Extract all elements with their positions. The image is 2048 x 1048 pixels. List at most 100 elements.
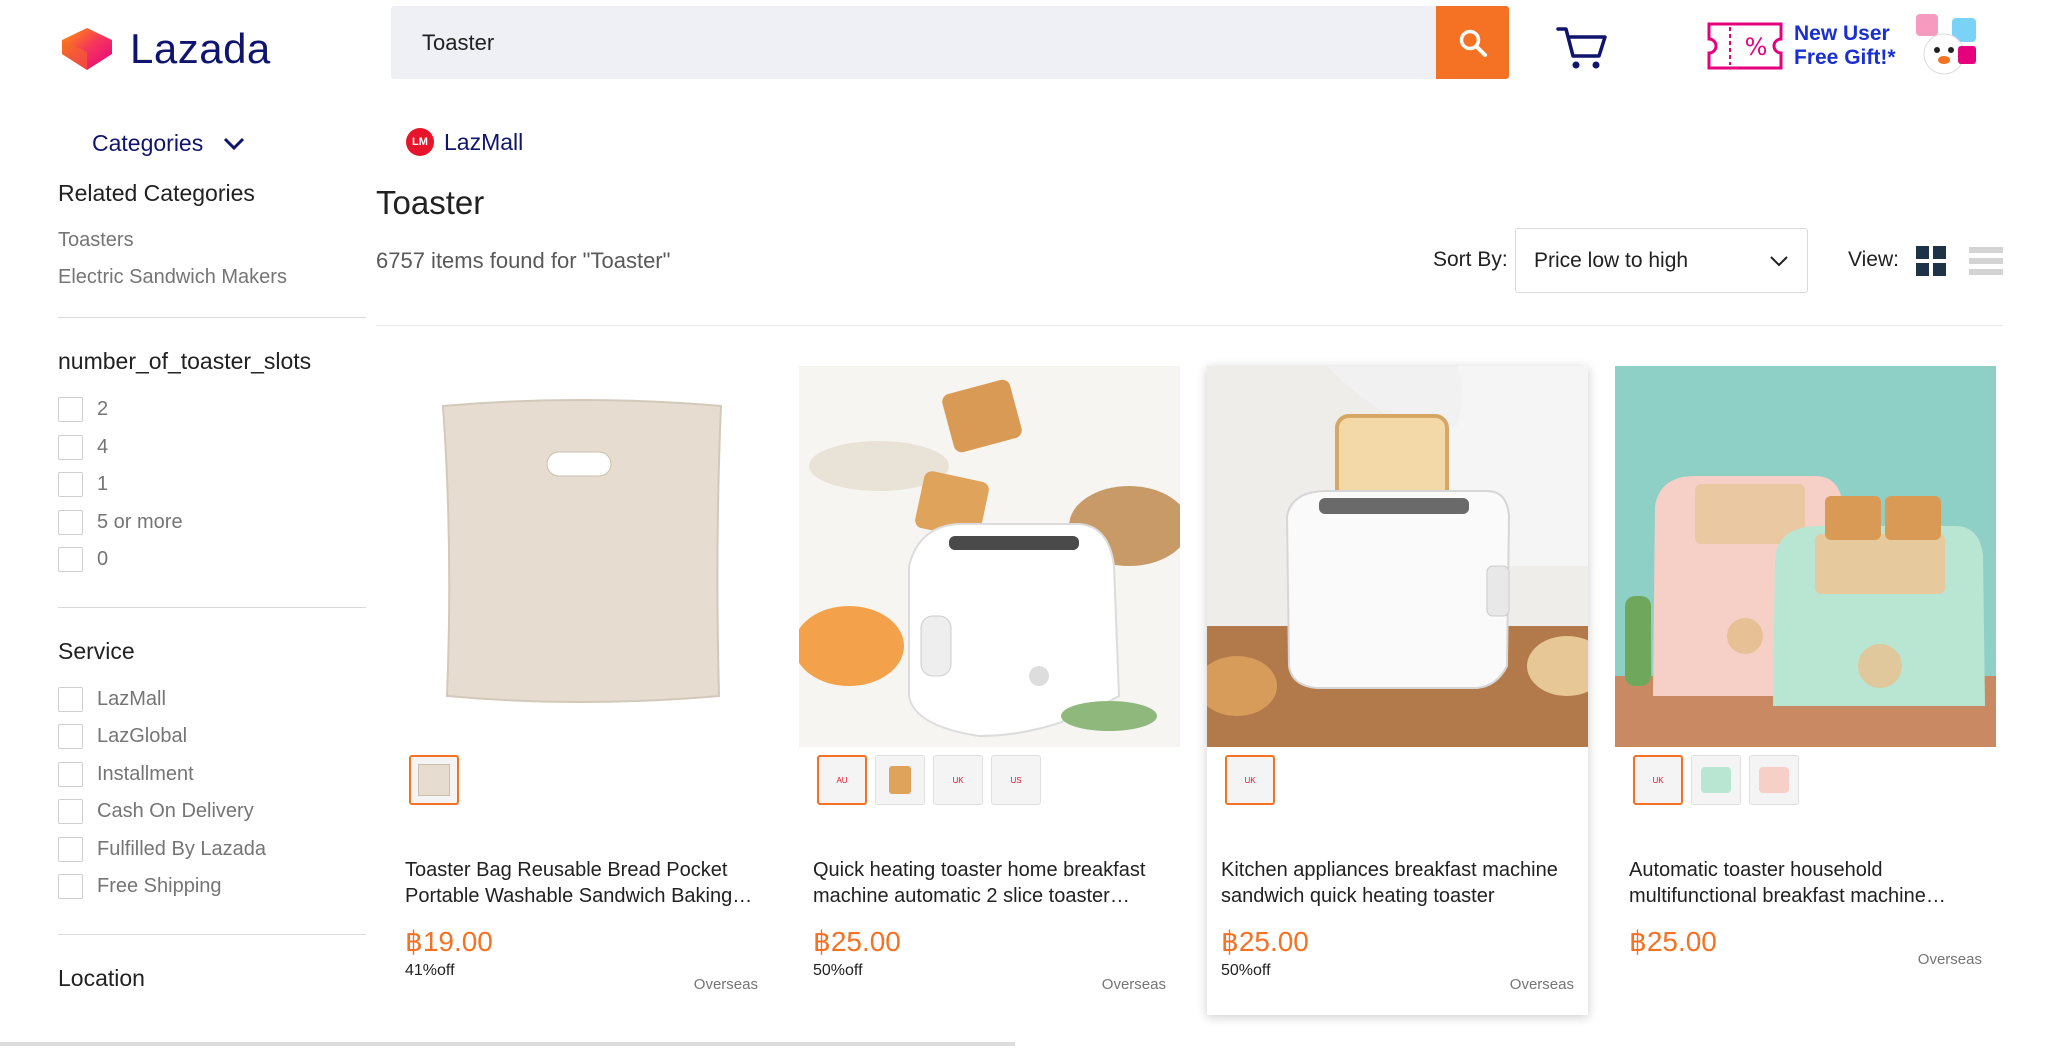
divider (58, 606, 366, 608)
categories-label: Categories (92, 130, 204, 156)
checkbox[interactable] (58, 724, 83, 750)
product-name[interactable]: Toaster Bag Reusable Bread Pocket Portab… (405, 857, 758, 909)
list-view-icon[interactable] (1969, 246, 2003, 276)
checkbox[interactable] (58, 547, 83, 573)
product-image-white-toaster[interactable] (799, 366, 1180, 747)
lazada-heart-icon (62, 28, 112, 70)
variant-thumb[interactable] (875, 755, 925, 805)
search-input[interactable] (391, 6, 1431, 79)
filter-label: Cash On Delivery (97, 800, 254, 823)
lazmall-link[interactable]: LM LazMall (406, 128, 523, 156)
variant-thumbs: AU UK US (799, 747, 1180, 807)
product-card[interactable]: UK Automatic toaster household multifunc… (1615, 366, 1996, 1015)
variant-thumb-uk[interactable]: UK (933, 755, 983, 805)
product-name[interactable]: Kitchen appliances breakfast machine san… (1221, 857, 1574, 909)
product-image-toaster-bag[interactable] (391, 366, 772, 747)
related-category-toasters[interactable]: Toasters (58, 229, 366, 252)
product-image-pinlo-toaster[interactable] (1207, 366, 1588, 747)
location-heading: Location (58, 964, 145, 991)
sort-label: Sort By: (1433, 248, 1508, 271)
filter-label: 5 or more (97, 510, 183, 533)
checkbox[interactable] (58, 472, 83, 498)
filter-sidebar: Related Categories Toasters Electric San… (58, 180, 366, 992)
promo-line2: Free Gift!* (1794, 46, 1896, 69)
sort-value: Price low to high (1534, 248, 1689, 272)
checkbox[interactable] (58, 686, 83, 712)
checkbox[interactable] (58, 434, 83, 460)
product-image-pastel-toasters[interactable] (1615, 366, 1996, 747)
toaster-slots-heading: number_of_toaster_slots (58, 348, 312, 374)
filter-label: 2 (97, 398, 109, 421)
page-title: Toaster (376, 184, 485, 221)
product-price: ฿19.00 (405, 926, 493, 957)
results-count: 6757 items found for "Toaster" (376, 248, 671, 273)
product-location: Overseas (1101, 976, 1166, 993)
product-card[interactable]: AU UK US Quick heating toaster home brea… (799, 366, 1180, 1015)
lazmall-label: LazMall (444, 128, 524, 155)
horizontal-scrollbar[interactable] (0, 1042, 1015, 1046)
filter-label: 0 (97, 548, 109, 571)
variant-thumb-uk[interactable]: UK (1633, 755, 1683, 805)
variant-thumbs: UK (1207, 747, 1588, 807)
filter-label: Installment (97, 762, 194, 785)
filter-service-installment[interactable]: Installment (58, 756, 366, 794)
categories-dropdown[interactable]: Categories (92, 130, 245, 157)
product-card[interactable]: Toaster Bag Reusable Bread Pocket Portab… (391, 366, 772, 1015)
checkbox[interactable] (58, 799, 83, 825)
checkbox[interactable] (58, 874, 83, 900)
grid-view-icon[interactable] (1916, 246, 1946, 276)
product-card[interactable]: UK Kitchen appliances breakfast machine … (1207, 366, 1588, 1015)
variant-thumb-us[interactable]: US (991, 755, 1041, 805)
checkbox[interactable] (58, 761, 83, 787)
variant-thumb[interactable] (409, 755, 459, 805)
product-name[interactable]: Quick heating toaster home breakfast mac… (813, 857, 1166, 909)
lazada-logo[interactable]: Lazada (58, 24, 271, 74)
checkbox[interactable] (58, 836, 83, 862)
filter-service-free-shipping[interactable]: Free Shipping (58, 868, 366, 906)
filter-label: Free Shipping (97, 875, 222, 898)
divider (58, 317, 366, 318)
divider (58, 933, 366, 935)
cart-icon[interactable] (1555, 24, 1609, 72)
voucher-icon: % (1707, 22, 1783, 70)
filter-slots-5-or-more[interactable]: 5 or more (58, 504, 366, 542)
variant-thumb-uk[interactable]: UK (1225, 755, 1275, 805)
product-location: Overseas (693, 976, 758, 993)
chevron-down-icon (224, 137, 245, 150)
filter-service-fulfilled[interactable]: Fulfilled By Lazada (58, 831, 366, 869)
logo-text: Lazada (130, 25, 271, 72)
filter-service-lazmall[interactable]: LazMall (58, 681, 366, 719)
filter-slots-1[interactable]: 1 (58, 466, 366, 504)
search-bar (391, 6, 1509, 79)
filter-slots-4[interactable]: 4 (58, 429, 366, 467)
product-name[interactable]: Automatic toaster household multifunctio… (1629, 857, 1982, 909)
checkbox[interactable] (58, 509, 83, 535)
related-category-sandwich-makers[interactable]: Electric Sandwich Makers (58, 266, 366, 289)
new-user-promo[interactable]: % New User Free Gift!* (1706, 10, 1984, 82)
view-label: View: (1848, 248, 1899, 271)
lazmall-icon: LM (406, 128, 434, 156)
search-button[interactable] (1436, 6, 1509, 79)
checkbox[interactable] (58, 397, 83, 423)
variant-thumb-pink[interactable] (1749, 755, 1799, 805)
filter-label: 4 (97, 435, 109, 458)
filter-service-cod[interactable]: Cash On Delivery (58, 793, 366, 831)
variant-thumbs (391, 747, 772, 807)
product-location: Overseas (1917, 951, 1982, 968)
filter-label: LazMall (97, 687, 166, 710)
search-icon (1459, 29, 1487, 57)
related-categories-heading: Related Categories (58, 180, 255, 206)
promo-line1: New User (1794, 22, 1890, 45)
toaster-slots-list: 2 4 1 5 or more 0 (58, 391, 366, 579)
filter-slots-0[interactable]: 0 (58, 541, 366, 579)
filter-slots-2[interactable]: 2 (58, 391, 366, 429)
service-list: LazMall LazGlobal Installment Cash On De… (58, 681, 366, 906)
chevron-down-icon (1770, 255, 1788, 266)
product-price: ฿25.00 (1221, 926, 1309, 957)
service-heading: Service (58, 637, 135, 664)
variant-thumb-au[interactable]: AU (817, 755, 867, 805)
variant-thumb-green[interactable] (1691, 755, 1741, 805)
product-price: ฿25.00 (813, 926, 901, 957)
sort-select[interactable]: Price low to high (1515, 228, 1808, 293)
filter-service-lazglobal[interactable]: LazGlobal (58, 718, 366, 756)
